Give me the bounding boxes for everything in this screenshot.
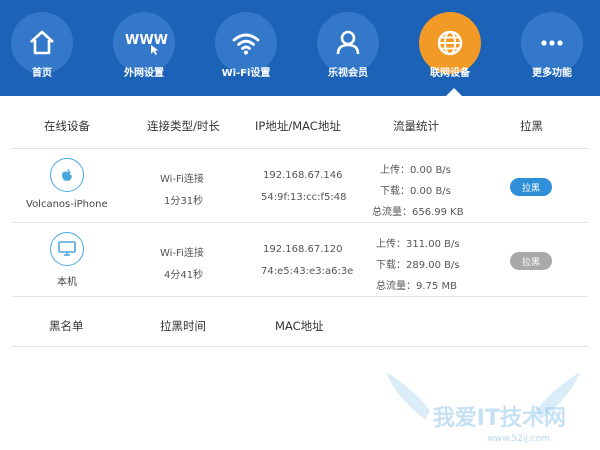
total-traffic: 总流量：9.75 MB bbox=[376, 281, 457, 292]
top-nav-bar: 首页 WWW 外网设置 Wi-Fi设置 乐视会员 联网设备 更多功能 bbox=[0, 0, 600, 96]
connection-duration: 4分41秒 bbox=[164, 270, 204, 281]
ip-address: 192.168.67.120 bbox=[263, 244, 343, 255]
download-rate: 下载：289.00 B/s bbox=[376, 260, 460, 271]
nav-label: Wi-Fi设置 bbox=[221, 68, 271, 79]
device-name: 本机 bbox=[57, 277, 77, 288]
connection-type: Wi-Fi连接 bbox=[160, 248, 204, 259]
nav-item-wan-settings[interactable]: WWW 外网设置 bbox=[108, 12, 180, 79]
www-cursor-icon: WWW bbox=[124, 31, 168, 55]
upload-rate: 上传：311.00 B/s bbox=[376, 239, 460, 250]
mac-address: 74:e5:43:e3:a6:3e bbox=[261, 266, 354, 277]
nav-item-home[interactable]: 首页 bbox=[6, 12, 78, 79]
header-online-devices: 在线设备 bbox=[44, 119, 90, 133]
nav-item-letv-member[interactable]: 乐视会员 bbox=[312, 12, 384, 79]
ip-address: 192.168.67.146 bbox=[263, 170, 343, 181]
home-icon bbox=[30, 30, 54, 55]
connection-duration: 1分31秒 bbox=[164, 196, 204, 207]
wifi-icon bbox=[232, 33, 260, 55]
upload-rate: 上传：0.00 B/s bbox=[380, 165, 451, 176]
block-button[interactable]: 拉黑 bbox=[510, 252, 552, 270]
nav-label: 外网设置 bbox=[124, 68, 164, 79]
divider bbox=[12, 222, 588, 223]
nav-label: 首页 bbox=[32, 68, 52, 79]
more-dots-icon bbox=[541, 40, 563, 46]
divider bbox=[12, 148, 588, 149]
nav-item-more-functions[interactable]: 更多功能 bbox=[516, 12, 588, 79]
nav-label: 联网设备 bbox=[430, 68, 470, 79]
total-traffic: 总流量：656.99 KB bbox=[372, 207, 464, 218]
header-traffic: 流量统计 bbox=[393, 119, 439, 133]
header-mac-address: MAC地址 bbox=[275, 319, 324, 333]
nav-item-connected-devices[interactable]: 联网设备 bbox=[414, 12, 486, 79]
nav-label: 更多功能 bbox=[532, 68, 572, 79]
divider bbox=[12, 296, 588, 297]
computer-icon bbox=[50, 232, 84, 266]
header-block: 拉黑 bbox=[520, 119, 543, 133]
block-button[interactable]: 拉黑 bbox=[510, 178, 552, 196]
watermark-url: www.52ij.com bbox=[487, 434, 550, 444]
mac-address: 54:9f:13:cc:f5:48 bbox=[261, 192, 347, 203]
apple-icon bbox=[50, 158, 84, 192]
header-block-time: 拉黑时间 bbox=[160, 319, 206, 333]
nav-item-wifi-settings[interactable]: Wi-Fi设置 bbox=[210, 12, 282, 79]
divider bbox=[12, 346, 588, 347]
active-tab-pointer bbox=[446, 88, 462, 96]
device-name: Volcanos-iPhone bbox=[26, 199, 108, 210]
header-connection-type: 连接类型/时长 bbox=[147, 119, 220, 133]
user-icon bbox=[336, 30, 360, 55]
header-blacklist: 黑名单 bbox=[49, 319, 84, 333]
nav-label: 乐视会员 bbox=[328, 68, 368, 79]
globe-icon bbox=[437, 30, 463, 56]
watermark-text: 我爱IT技术网 bbox=[432, 406, 566, 431]
connection-type: Wi-Fi连接 bbox=[160, 174, 204, 185]
download-rate: 下载：0.00 B/s bbox=[380, 186, 451, 197]
header-ip-mac: IP地址/MAC地址 bbox=[255, 119, 341, 133]
